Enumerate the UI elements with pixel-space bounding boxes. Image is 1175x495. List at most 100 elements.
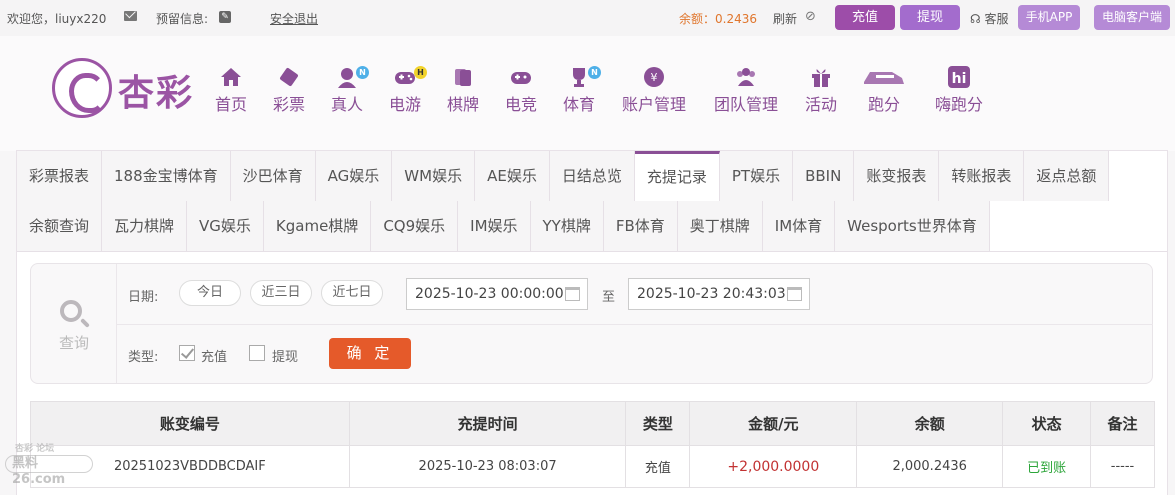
nav-label: 彩票 xyxy=(272,95,305,114)
hot-badge: H xyxy=(414,66,427,79)
nav-label: 跑分 xyxy=(867,95,900,114)
tab-ae[interactable]: AE娱乐 xyxy=(475,151,550,201)
logo[interactable]: 杏彩 xyxy=(52,58,204,118)
tabs-divider xyxy=(17,251,1167,252)
customer-service-link[interactable]: ☊ 客服 xyxy=(970,10,1009,27)
gift-icon xyxy=(812,69,830,87)
tab-row-1: 彩票报表 188金宝博体育 沙巴体育 AG娱乐 WM娱乐 AE娱乐 日结总览 充… xyxy=(17,151,1110,201)
welcome-text: 欢迎您，liuyx220 xyxy=(7,12,107,26)
tab-cq9[interactable]: CQ9娱乐 xyxy=(371,201,459,251)
tab-im-sports[interactable]: IM体育 xyxy=(762,201,836,251)
cell-remark: ----- xyxy=(1090,445,1155,488)
new-badge: N xyxy=(356,66,369,79)
tab-rebate-total[interactable]: 返点总额 xyxy=(1024,151,1110,201)
tab-kgame[interactable]: Kgame棋牌 xyxy=(263,201,372,251)
tab-odin-chess[interactable]: 奥丁棋牌 xyxy=(677,201,763,251)
nav-sports[interactable]: N 体育 xyxy=(561,66,601,116)
tab-balance-query[interactable]: 余额查询 xyxy=(17,201,103,251)
tab-fb-sports[interactable]: FB体育 xyxy=(603,201,678,251)
nav-paofen[interactable]: 跑分 xyxy=(861,66,907,116)
header: 杏彩 首页 彩票 N 真人 H 电游 棋牌 电竞 N 体育 ¥ 账户管理 团队管… xyxy=(0,36,1175,151)
nav-hi-paofen[interactable]: hi 嗨跑分 xyxy=(933,66,985,116)
end-date-input[interactable]: 2025-10-23 20:43:03 xyxy=(628,278,810,310)
nav-activity[interactable]: 活动 xyxy=(803,66,839,116)
new-badge: N xyxy=(588,66,601,79)
nav-label: 棋牌 xyxy=(446,95,479,114)
tab-wm[interactable]: WM娱乐 xyxy=(392,151,476,201)
table-header-row: 账变编号 充提时间 类型 金额/元 余额 状态 备注 xyxy=(30,401,1155,446)
mail-icon[interactable] xyxy=(124,11,137,21)
confirm-button[interactable]: 确 定 xyxy=(329,338,411,369)
recharge-checkbox[interactable] xyxy=(179,345,195,361)
tab-deposit-withdraw-records[interactable]: 充提记录 xyxy=(634,151,720,201)
mobile-app-button[interactable]: 手机APP xyxy=(1018,5,1080,30)
start-date-input[interactable]: 2025-10-23 00:00:00 xyxy=(406,278,588,310)
calendar-icon[interactable] xyxy=(565,287,580,301)
tab-wali-chess[interactable]: 瓦力棋牌 xyxy=(102,201,188,251)
top-bar: 欢迎您，liuyx220 预留信息: ✎ 安全退出 余额：0.2436 刷新 ⊘… xyxy=(0,0,1175,36)
tab-account-change[interactable]: 账变报表 xyxy=(854,151,940,201)
nav-team[interactable]: 团队管理 xyxy=(711,66,781,116)
nav-label: 真人 xyxy=(330,95,363,114)
today-button[interactable]: 今日 xyxy=(179,280,241,306)
col-header-balance: 余额 xyxy=(856,401,1004,446)
tab-pt[interactable]: PT娱乐 xyxy=(719,151,794,201)
withdraw-checkbox[interactable] xyxy=(249,345,265,361)
col-header-status: 状态 xyxy=(1002,401,1092,446)
col-header-remark: 备注 xyxy=(1090,401,1155,446)
date-label: 日期: xyxy=(128,290,159,305)
pc-client-button[interactable]: 电脑客户端 xyxy=(1094,5,1170,30)
start-date-value: 2025-10-23 00:00:00 xyxy=(415,286,564,302)
nav-label: 电竞 xyxy=(504,95,537,114)
nav-chess[interactable]: 棋牌 xyxy=(445,66,481,116)
withdraw-button[interactable]: 提现 xyxy=(900,5,960,30)
cell-amount: +2,000.0000 xyxy=(689,445,858,488)
tab-wesports[interactable]: Wesports世界体育 xyxy=(835,201,990,251)
tab-lottery-report[interactable]: 彩票报表 xyxy=(17,151,103,201)
col-header-type: 类型 xyxy=(625,401,691,446)
nav-esports[interactable]: 电竞 xyxy=(503,66,539,116)
team-icon xyxy=(737,68,755,86)
withdraw-checkbox-label: 提现 xyxy=(272,350,299,365)
logo-emblem-icon xyxy=(52,58,112,118)
tab-yy-chess[interactable]: YY棋牌 xyxy=(530,201,604,251)
tab-vg[interactable]: VG娱乐 xyxy=(187,201,264,251)
cards-icon xyxy=(455,69,471,86)
query-label: 查询 xyxy=(58,334,89,352)
tab-ag[interactable]: AG娱乐 xyxy=(315,151,393,201)
type-label: 类型: xyxy=(128,350,159,365)
last-3-days-button[interactable]: 近三日 xyxy=(250,280,312,306)
nav-home[interactable]: 首页 xyxy=(213,66,249,116)
eye-slash-icon[interactable]: ⊘ xyxy=(805,9,816,24)
col-header-amount: 金额/元 xyxy=(689,401,858,446)
recharge-button[interactable]: 充值 xyxy=(835,5,895,30)
tab-188-sports[interactable]: 188金宝博体育 xyxy=(102,151,231,201)
calendar-icon[interactable] xyxy=(787,287,802,301)
tab-im[interactable]: IM娱乐 xyxy=(458,201,531,251)
watermark-main-text: 黑料26.com xyxy=(5,455,93,487)
tab-daily-overview[interactable]: 日结总览 xyxy=(549,151,635,201)
lottery-ticket-icon xyxy=(280,68,298,86)
watermark-top-text: 杏彩 论坛 xyxy=(15,444,55,454)
nav-lottery[interactable]: 彩票 xyxy=(271,66,307,116)
tab-bbin[interactable]: BBIN xyxy=(793,151,855,201)
reserve-info-label: 预留信息: xyxy=(156,12,209,26)
logo-text: 杏彩 xyxy=(118,72,195,114)
nav-account[interactable]: ¥ 账户管理 xyxy=(619,66,689,116)
nav-egame[interactable]: H 电游 xyxy=(387,66,427,116)
edit-icon[interactable]: ✎ xyxy=(219,11,231,23)
nav-label: 活动 xyxy=(804,95,837,114)
nav-label: 体育 xyxy=(562,95,595,114)
tab-saba-sports[interactable]: 沙巴体育 xyxy=(230,151,316,201)
logout-link[interactable]: 安全退出 xyxy=(270,10,318,27)
recharge-checkbox-label: 充值 xyxy=(201,350,228,365)
svg-text:¥: ¥ xyxy=(651,71,658,84)
hi-icon: hi xyxy=(948,66,970,88)
tab-transfer-report[interactable]: 转账报表 xyxy=(939,151,1025,201)
home-icon xyxy=(221,68,241,86)
nav-label: 嗨跑分 xyxy=(934,95,983,114)
refresh-link[interactable]: 刷新 xyxy=(773,10,797,27)
last-7-days-button[interactable]: 近七日 xyxy=(321,280,383,306)
nav-live[interactable]: N 真人 xyxy=(329,66,369,116)
customer-service-label: 客服 xyxy=(984,12,1009,26)
